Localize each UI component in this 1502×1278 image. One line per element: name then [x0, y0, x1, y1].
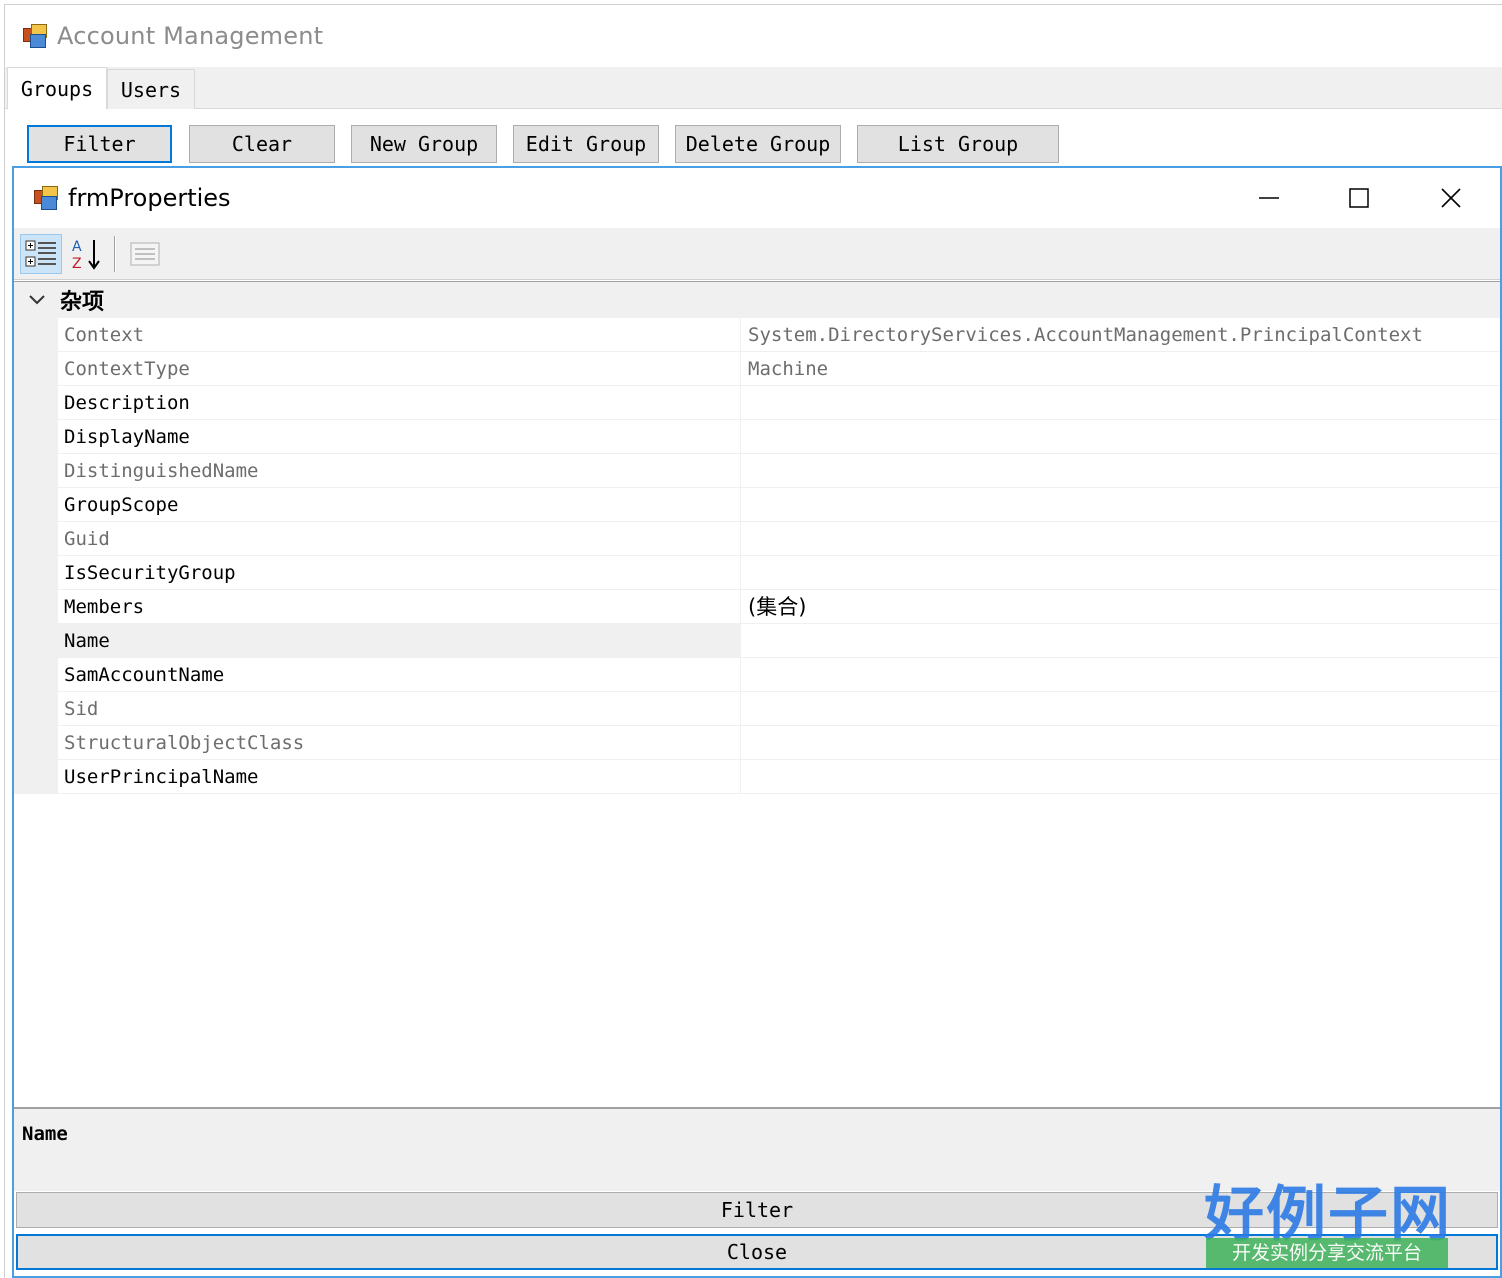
- svg-text:A: A: [72, 239, 82, 255]
- property-row-displayname[interactable]: DisplayName: [58, 420, 1500, 454]
- tab-users[interactable]: Users: [107, 69, 195, 109]
- property-grid-toolbar: A Z: [14, 228, 1500, 280]
- category-label: 杂项: [60, 290, 105, 315]
- property-value[interactable]: [742, 488, 1500, 522]
- property-row-distinguishedname[interactable]: DistinguishedName: [58, 454, 1500, 488]
- property-name: SamAccountName: [58, 658, 741, 692]
- property-row-description[interactable]: Description: [58, 386, 1500, 420]
- app-icon: [21, 22, 49, 50]
- property-name: DisplayName: [58, 420, 741, 454]
- property-name: Sid: [58, 692, 741, 726]
- property-value[interactable]: [742, 522, 1500, 556]
- property-value[interactable]: Machine: [742, 352, 1500, 386]
- property-name: StructuralObjectClass: [58, 726, 741, 760]
- chevron-down-icon[interactable]: [14, 294, 60, 306]
- property-name: Guid: [58, 522, 741, 556]
- property-row-samaccountname[interactable]: SamAccountName: [58, 658, 1500, 692]
- tab-groups[interactable]: Groups: [7, 67, 107, 110]
- delete-group-button[interactable]: Delete Group: [675, 125, 841, 163]
- property-value[interactable]: [742, 386, 1500, 420]
- property-value[interactable]: [742, 726, 1500, 760]
- property-row-members[interactable]: Members (集合): [58, 590, 1500, 624]
- property-grid: 杂项 Context System.DirectoryServices.Acco…: [14, 281, 1500, 1107]
- description-pane: Name: [14, 1107, 1500, 1191]
- main-titlebar: Account Management: [5, 5, 1502, 67]
- property-row-contexttype[interactable]: ContextType Machine: [58, 352, 1500, 386]
- minimize-icon[interactable]: [1224, 168, 1314, 228]
- property-row-userprincipalname[interactable]: UserPrincipalName: [58, 760, 1500, 794]
- property-pages-icon: [124, 234, 166, 274]
- dialog-title: frmProperties: [68, 184, 231, 212]
- property-name: ContextType: [58, 352, 741, 386]
- property-value[interactable]: [742, 760, 1500, 794]
- dialog-filter-button[interactable]: Filter: [16, 1192, 1498, 1228]
- property-row-sid[interactable]: Sid: [58, 692, 1500, 726]
- toolbar-separator: [114, 236, 116, 272]
- property-value[interactable]: [742, 692, 1500, 726]
- property-name: Name: [58, 624, 741, 658]
- close-icon[interactable]: [1406, 168, 1496, 228]
- properties-dialog: frmProperties A Z 杂项 Context System.Dire…: [12, 166, 1502, 1278]
- property-row-structuralobjectclass[interactable]: StructuralObjectClass: [58, 726, 1500, 760]
- maximize-icon[interactable]: [1314, 168, 1404, 228]
- property-value[interactable]: System.DirectoryServices.AccountManageme…: [742, 318, 1500, 352]
- list-group-button[interactable]: List Group: [857, 125, 1059, 163]
- property-name: DistinguishedName: [58, 454, 741, 488]
- property-name: GroupScope: [58, 488, 741, 522]
- property-name: Description: [58, 386, 741, 420]
- property-name: UserPrincipalName: [58, 760, 741, 794]
- property-value[interactable]: [742, 658, 1500, 692]
- filter-button[interactable]: Filter: [27, 125, 172, 163]
- property-row-issecuritygroup[interactable]: IsSecurityGroup: [58, 556, 1500, 590]
- new-group-button[interactable]: New Group: [351, 125, 497, 163]
- tab-strip: Groups Users: [5, 67, 1502, 110]
- dialog-titlebar[interactable]: frmProperties: [14, 168, 1500, 228]
- property-name: IsSecurityGroup: [58, 556, 741, 590]
- dialog-close-button[interactable]: Close: [16, 1234, 1498, 1270]
- property-row-name[interactable]: Name: [58, 624, 1500, 658]
- property-row-groupscope[interactable]: GroupScope: [58, 488, 1500, 522]
- alphabetical-sort-icon[interactable]: A Z: [66, 234, 108, 274]
- main-window-title: Account Management: [57, 22, 324, 50]
- property-row-context[interactable]: Context System.DirectoryServices.Account…: [58, 318, 1500, 352]
- categorized-icon[interactable]: [20, 234, 62, 274]
- property-value[interactable]: [742, 556, 1500, 590]
- property-value[interactable]: [742, 624, 1500, 658]
- property-value[interactable]: [742, 454, 1500, 488]
- dialog-app-icon: [32, 184, 60, 212]
- category-row[interactable]: 杂项: [14, 282, 1500, 318]
- property-name: Members: [58, 590, 741, 624]
- edit-group-button[interactable]: Edit Group: [513, 125, 659, 163]
- clear-button[interactable]: Clear: [189, 125, 335, 163]
- property-value[interactable]: [742, 420, 1500, 454]
- property-value[interactable]: (集合): [742, 590, 1500, 624]
- svg-text:Z: Z: [72, 256, 82, 271]
- description-title: Name: [22, 1123, 68, 1145]
- grid-margin: [14, 318, 58, 794]
- property-name: Context: [58, 318, 741, 352]
- property-row-guid[interactable]: Guid: [58, 522, 1500, 556]
